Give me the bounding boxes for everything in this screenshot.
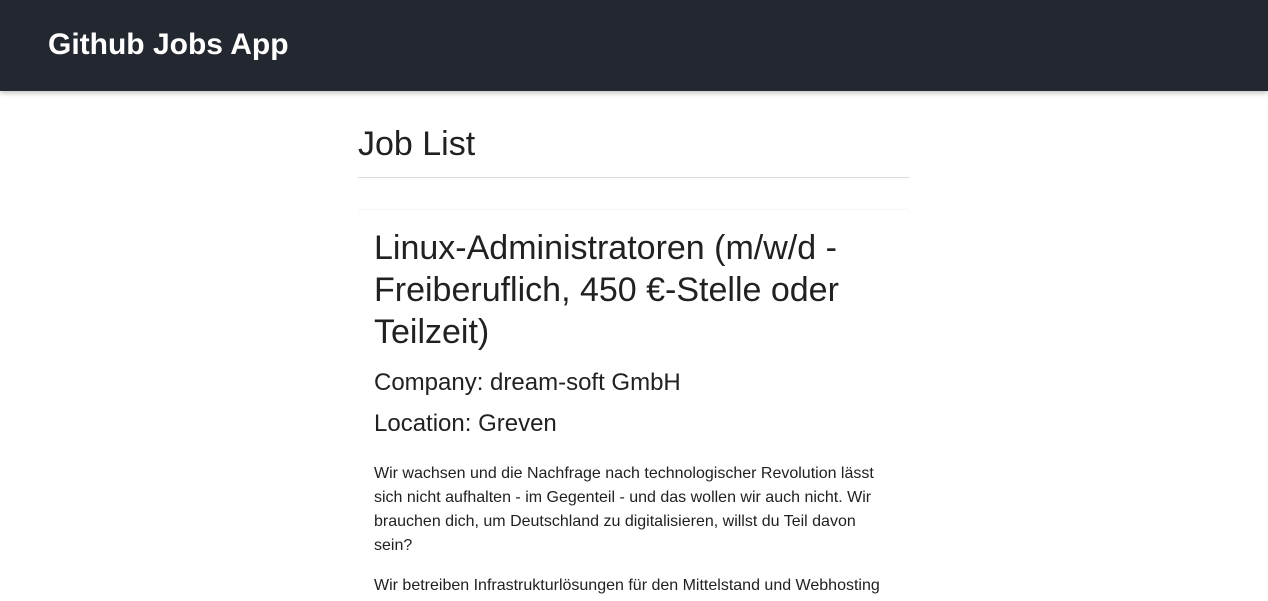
job-location: Location: Greven (374, 410, 557, 437)
main-content: Job List Linux-Administratoren (m/w/d - … (358, 91, 910, 601)
description-paragraph: Wir betreiben Infrastrukturlösungen für … (374, 577, 880, 594)
heading-divider (358, 177, 910, 178)
description-paragraph: Wir wachsen und die Nachfrage nach techn… (374, 465, 874, 554)
app-title: Github Jobs App (48, 28, 289, 61)
page-title: Job List (358, 125, 476, 163)
job-description: Wir wachsen und die Nachfrage nach techn… (374, 462, 896, 598)
job-title: Linux-Administratoren (m/w/d - Freiberuf… (374, 229, 839, 351)
job-card[interactable]: Linux-Administratoren (m/w/d - Freiberuf… (358, 210, 910, 601)
job-company: Company: dream-soft GmbH (374, 369, 681, 396)
app-bar: Github Jobs App (0, 0, 1268, 91)
